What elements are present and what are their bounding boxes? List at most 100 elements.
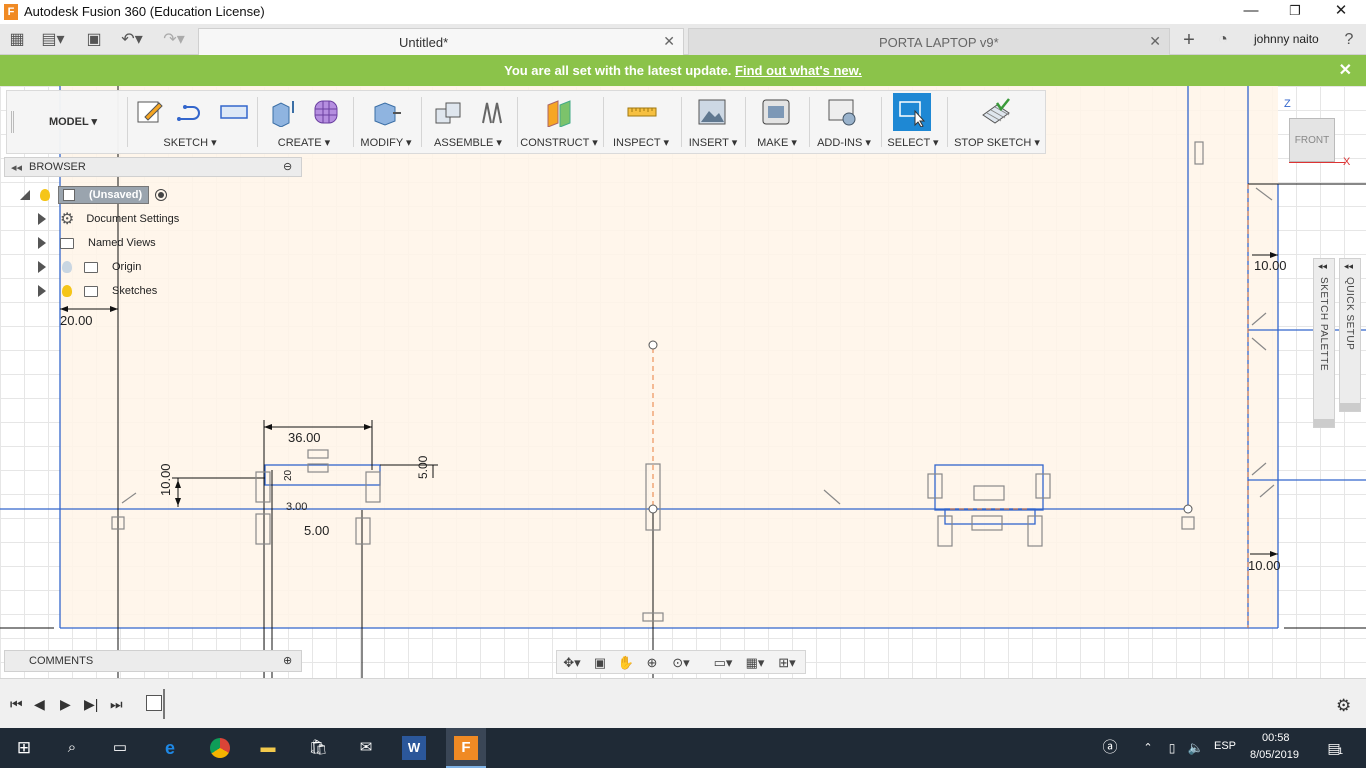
file-explorer-icon[interactable]: ▬ [256, 736, 280, 760]
new-tab-icon[interactable]: + [1178, 29, 1200, 51]
browser-panel-header[interactable]: ◂◂ BROWSER ⊖ [4, 157, 302, 177]
help-icon[interactable]: ? [1338, 29, 1360, 51]
insert-group[interactable]: INSERT ▾ [683, 91, 743, 153]
viewports-icon[interactable]: ⊞▾ [773, 654, 801, 672]
offset-plane-icon[interactable] [544, 97, 574, 127]
go-to-start-icon[interactable]: ⏮ [10, 696, 23, 713]
orbit-icon[interactable]: ✥▾ [559, 654, 585, 672]
stop-sketch-group[interactable]: STOP SKETCH ▾ [949, 91, 1045, 153]
browser-root[interactable]: (Unsaved) [20, 184, 168, 206]
undo-icon[interactable]: ↶▾ [116, 29, 148, 51]
workspace-switcher[interactable]: MODEL ▾ [21, 91, 125, 153]
activate-radio-icon[interactable] [155, 189, 168, 201]
dimension-5-right[interactable]: 5.00 [416, 456, 430, 479]
3d-print-icon[interactable] [761, 97, 791, 127]
stop-sketch-icon[interactable] [981, 97, 1011, 127]
quick-setup-palette[interactable]: ◂◂ QUICK SETUP [1339, 258, 1361, 412]
file-menu-icon[interactable]: ▤▾ [38, 29, 68, 51]
store-icon[interactable]: 🛍 [306, 736, 330, 760]
look-at-icon[interactable]: ▣ [591, 654, 609, 672]
dimension-36[interactable]: 36.00 [288, 430, 321, 445]
browser-item-origin[interactable]: Origin [38, 256, 141, 278]
dimension-10-left[interactable]: 10.00 [158, 463, 173, 496]
play-icon[interactable]: ▶ [60, 696, 71, 713]
redo-icon[interactable]: ↷▾ [158, 29, 190, 51]
job-status-icon[interactable]: ◔ [1212, 29, 1234, 51]
add-comment-icon[interactable]: ⊕ [283, 654, 292, 667]
fit-zoom-icon[interactable]: ⊙▾ [667, 654, 695, 672]
visibility-bulb-icon[interactable] [40, 189, 50, 201]
line-icon[interactable] [175, 97, 205, 127]
close-banner-icon[interactable]: ✕ [1339, 55, 1352, 86]
browser-item-document-settings[interactable]: ⚙ Document Settings [38, 208, 179, 230]
create-sketch-icon[interactable] [135, 97, 165, 127]
form-icon[interactable] [311, 97, 341, 127]
expand-triangle-icon[interactable] [38, 237, 46, 249]
close-icon[interactable]: ✕ [1318, 0, 1364, 24]
extrude-icon[interactable] [267, 97, 297, 127]
edge-icon[interactable]: e [158, 736, 182, 760]
zoom-icon[interactable]: ⊕ [643, 654, 661, 672]
expand-triangle-icon[interactable] [38, 285, 46, 297]
close-tab-icon[interactable]: ✕ [663, 33, 675, 50]
tab-porta-laptop[interactable]: PORTA LAPTOP v9* ✕ [688, 28, 1170, 55]
sketch-group[interactable]: SKETCH ▾ [129, 91, 251, 153]
apps-grid-icon[interactable]: ▦ [6, 29, 28, 51]
search-icon[interactable]: ⌕ [60, 736, 84, 760]
step-forward-icon[interactable]: ▶| [84, 696, 98, 713]
browser-item-named-views[interactable]: Named Views [38, 232, 156, 254]
collapse-browser-icon[interactable]: ◂◂ [11, 161, 22, 174]
restore-icon[interactable]: ❐ [1272, 0, 1318, 24]
pan-hand-icon[interactable]: ✋ [617, 654, 635, 672]
clock-time[interactable]: 00:58 [1262, 732, 1290, 744]
expand-palette-icon[interactable]: ◂◂ [1344, 261, 1353, 272]
comments-panel[interactable]: COMMENTS ⊕ [4, 650, 302, 672]
task-view-icon[interactable]: ▭ [108, 736, 132, 760]
rectangle-icon[interactable] [219, 97, 249, 127]
expanded-triangle-icon[interactable] [20, 190, 30, 200]
modify-group[interactable]: MODIFY ▾ [355, 91, 417, 153]
visibility-bulb-icon[interactable] [62, 261, 72, 273]
language-indicator[interactable]: ESP [1214, 740, 1236, 752]
dimension-3[interactable]: 3.00 [286, 501, 307, 513]
browser-item-sketches[interactable]: Sketches [38, 280, 157, 302]
clock-date[interactable]: 8/05/2019 [1250, 749, 1299, 761]
user-name[interactable]: johnny naito [1254, 32, 1319, 46]
add-ins-group[interactable]: ADD-INS ▾ [811, 91, 877, 153]
root-component[interactable]: (Unsaved) [58, 186, 150, 204]
step-back-icon[interactable]: ◀ [34, 696, 45, 713]
assemble-group[interactable]: ASSEMBLE ▾ [423, 91, 513, 153]
timeline-marker[interactable] [163, 689, 165, 719]
dimension-5-bottom[interactable]: 5.00 [304, 523, 329, 538]
minimize-icon[interactable]: — [1228, 0, 1274, 24]
browser-minimize-icon[interactable]: ⊖ [283, 160, 292, 173]
insert-image-icon[interactable] [697, 97, 727, 127]
windows-start-icon[interactable]: ⊞ [12, 736, 36, 760]
dimension-10-top-right[interactable]: 10.00 [1254, 258, 1287, 273]
new-component-icon[interactable] [433, 97, 463, 127]
toolbar-grip-icon[interactable] [11, 111, 14, 133]
close-tab-icon[interactable]: ✕ [1149, 33, 1161, 50]
fusion-taskbar-active[interactable]: F [446, 728, 486, 768]
sketch-palette[interactable]: ◂◂ SKETCH PALETTE [1313, 258, 1335, 428]
construct-group[interactable]: CONSTRUCT ▾ [519, 91, 599, 153]
make-group[interactable]: MAKE ▾ [747, 91, 807, 153]
select-icon[interactable] [897, 97, 927, 127]
show-hidden-icons[interactable]: ⌃ [1136, 736, 1160, 760]
visibility-bulb-icon[interactable] [62, 285, 72, 297]
network-icon[interactable]: ▯ [1160, 736, 1184, 760]
grid-settings-icon[interactable]: ▦▾ [741, 654, 769, 672]
display-settings-icon[interactable]: ▭▾ [709, 654, 737, 672]
people-icon[interactable]: ⓐ [1098, 736, 1122, 760]
mail-icon[interactable]: ✉ [354, 736, 378, 760]
viewcube[interactable]: FRONT [1289, 118, 1335, 162]
timeline-sketch-feature-icon[interactable] [146, 695, 162, 711]
chrome-icon[interactable] [208, 736, 232, 760]
dimension-20[interactable]: 20.00 [60, 313, 93, 328]
select-group[interactable]: SELECT ▾ [883, 91, 943, 153]
expand-triangle-icon[interactable] [38, 213, 46, 225]
dimension-20-small[interactable]: 20 [283, 470, 294, 481]
expand-triangle-icon[interactable] [38, 261, 46, 273]
volume-icon[interactable]: 🔈 [1184, 736, 1208, 760]
word-icon[interactable]: W [402, 736, 426, 760]
